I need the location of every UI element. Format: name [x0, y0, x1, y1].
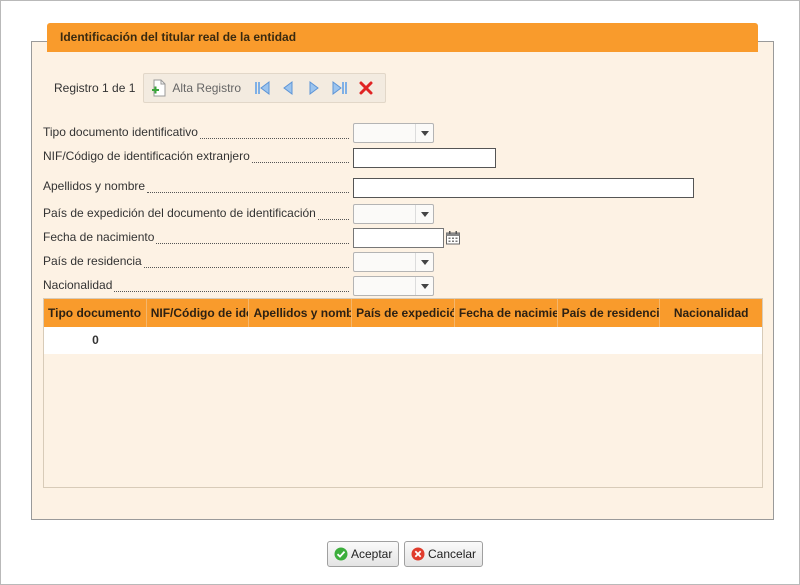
pais-expedicion-select[interactable] — [353, 204, 434, 224]
accept-button[interactable]: Aceptar — [327, 541, 400, 567]
column-header-nif[interactable]: NIF/Código de identificación extranjero — [147, 299, 250, 327]
record-count: Registro 1 de 1 — [54, 81, 136, 95]
apellidos-label: Apellidos y nombre — [43, 179, 349, 193]
add-record-label: Alta Registro — [172, 81, 242, 95]
calendar-button[interactable] — [445, 230, 463, 248]
add-document-icon — [152, 79, 166, 97]
tipo-documento-select[interactable] — [353, 123, 434, 143]
pais-residencia-label: País de residencia — [43, 254, 349, 268]
column-header-nacionalidad[interactable]: Nacionalidad — [660, 299, 762, 327]
dialog: Identificación del titular real de la en… — [0, 0, 800, 585]
column-header-apellidos[interactable]: Apellidos y nombre — [249, 299, 353, 327]
previous-record-button[interactable] — [277, 77, 299, 99]
next-icon — [309, 81, 319, 95]
pais-residencia-select[interactable] — [353, 252, 434, 272]
cancel-button[interactable]: Cancelar — [404, 541, 484, 567]
chevron-down-icon — [415, 253, 433, 271]
table-row[interactable]: 0 — [44, 327, 762, 354]
apellidos-input[interactable] — [353, 178, 694, 198]
calendar-icon — [446, 231, 460, 245]
fecha-nacimiento-input[interactable] — [353, 228, 444, 248]
record-toolbar: Alta Registro — [143, 73, 387, 103]
panel-title: Identificación del titular real de la en… — [47, 23, 758, 52]
last-record-icon — [332, 81, 348, 95]
chevron-down-icon — [415, 124, 433, 142]
delete-record-button[interactable] — [355, 77, 377, 99]
chevron-down-icon — [415, 205, 433, 223]
nacionalidad-label: Nacionalidad — [43, 278, 349, 292]
first-record-button[interactable] — [251, 77, 273, 99]
nif-input[interactable] — [353, 148, 496, 168]
column-header-fecha-nacimiento[interactable]: Fecha de nacimiento — [455, 299, 558, 327]
tipo-documento-label: Tipo documento identificativo — [43, 125, 349, 139]
cancel-label: Cancelar — [428, 547, 477, 561]
last-record-button[interactable] — [329, 77, 351, 99]
grid-header: Tipo documento NIF/Código de identificac… — [44, 299, 762, 327]
chevron-down-icon — [415, 277, 433, 295]
first-record-icon — [255, 81, 270, 95]
nacionalidad-select[interactable] — [353, 276, 434, 296]
delete-icon — [359, 81, 373, 95]
accept-label: Aceptar — [351, 547, 393, 561]
next-record-button[interactable] — [303, 77, 325, 99]
column-header-pais-expedicion[interactable]: País de expedición — [352, 299, 455, 327]
record-navbar: Registro 1 de 1 Alta Registro — [46, 73, 387, 103]
pais-expedicion-label: País de expedición del documento de iden… — [43, 206, 349, 220]
fecha-nacimiento-label: Fecha de nacimiento — [43, 230, 349, 244]
column-header-tipo-documento[interactable]: Tipo documento — [44, 299, 147, 327]
cancel-icon — [411, 547, 425, 561]
previous-icon — [283, 81, 293, 95]
column-header-pais-residencia[interactable]: País de residencia — [558, 299, 661, 327]
nif-label: NIF/Código de identificación extranjero — [43, 149, 349, 163]
cell-tipo-documento: 0 — [92, 333, 99, 347]
check-icon — [334, 547, 348, 561]
add-record-button[interactable]: Alta Registro — [150, 79, 241, 97]
records-grid: Tipo documento NIF/Código de identificac… — [43, 298, 763, 488]
